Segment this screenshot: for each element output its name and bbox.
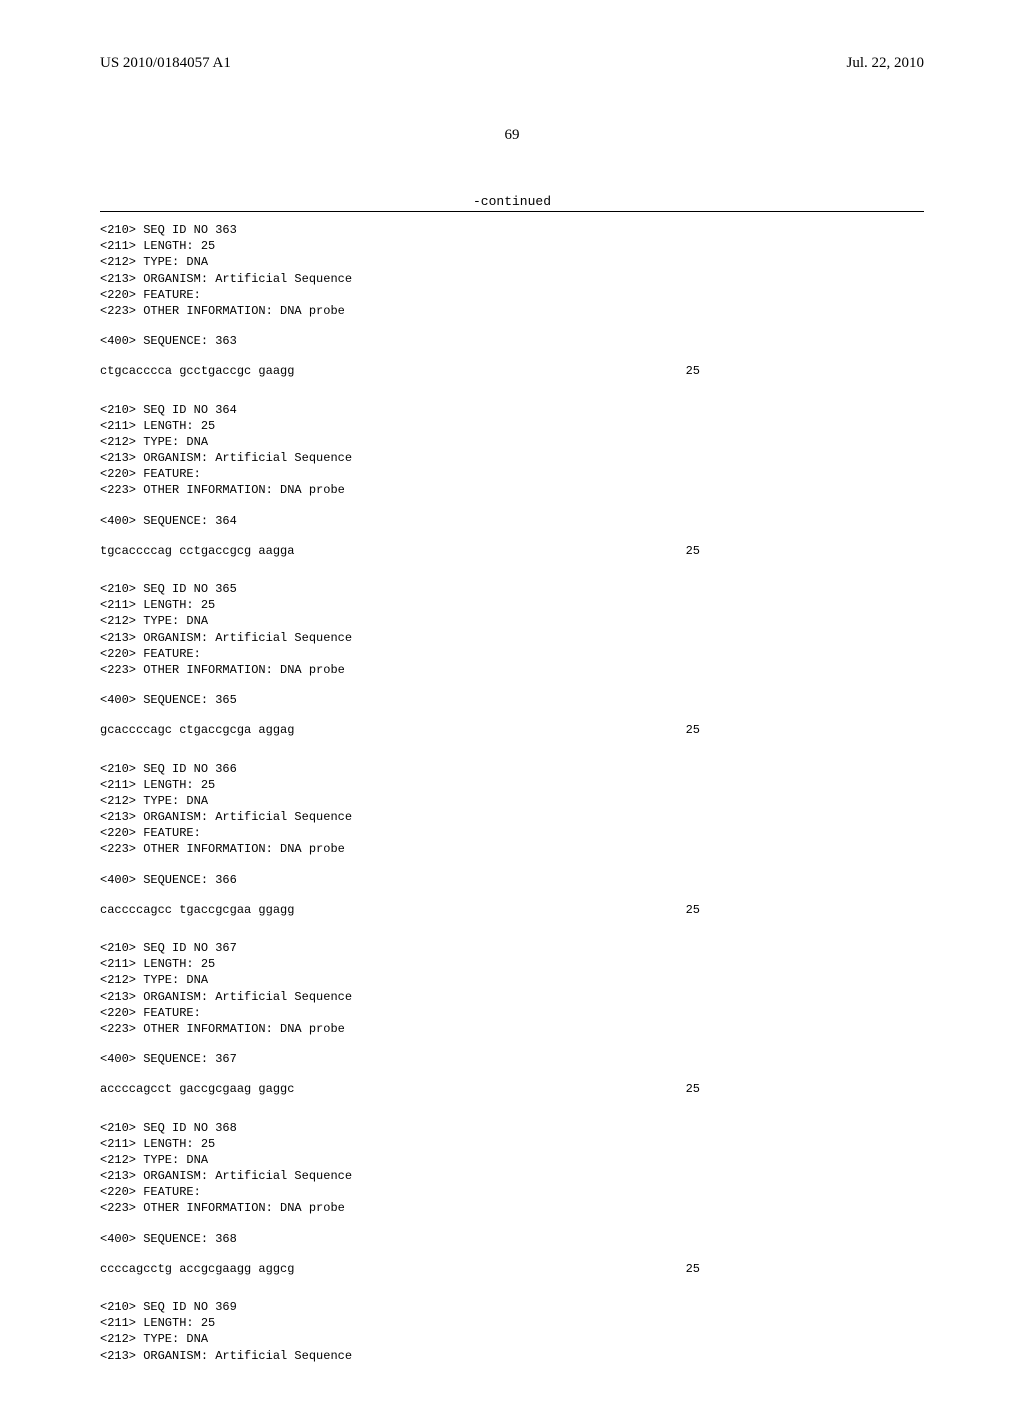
sequence-meta-line: <212> TYPE: DNA	[100, 434, 924, 450]
sequence-entry: <210> SEQ ID NO 369<211> LENGTH: 25<212>…	[100, 1299, 924, 1364]
sequence-row: accccagcct gaccgcgaag gaggc 25	[100, 1081, 760, 1097]
sequence-entry: <210> SEQ ID NO 368<211> LENGTH: 25<212>…	[100, 1120, 924, 1278]
sequence-meta-line: <220> FEATURE:	[100, 466, 924, 482]
sequence-length: 25	[686, 543, 760, 559]
sequence-meta-line: <211> LENGTH: 25	[100, 597, 924, 613]
sequence-meta-line: <220> FEATURE:	[100, 287, 924, 303]
sequence-text: gcaccccagc ctgaccgcga aggag	[100, 722, 294, 738]
sequence-meta-line: <210> SEQ ID NO 364	[100, 402, 924, 418]
sequence-listing: <210> SEQ ID NO 363<211> LENGTH: 25<212>…	[100, 222, 924, 1364]
sequence-text: ctgcacccca gcctgaccgc gaagg	[100, 363, 294, 379]
header-row: US 2010/0184057 A1 Jul. 22, 2010	[100, 55, 924, 72]
sequence-meta-line: <223> OTHER INFORMATION: DNA probe	[100, 1021, 924, 1037]
sequence-header: <400> SEQUENCE: 365	[100, 692, 924, 708]
sequence-meta-line: <213> ORGANISM: Artificial Sequence	[100, 989, 924, 1005]
sequence-meta-line: <213> ORGANISM: Artificial Sequence	[100, 809, 924, 825]
sequence-meta-line: <210> SEQ ID NO 363	[100, 222, 924, 238]
sequence-header: <400> SEQUENCE: 363	[100, 333, 924, 349]
sequence-row: gcaccccagc ctgaccgcga aggag 25	[100, 722, 760, 738]
sequence-row: ccccagcctg accgcgaagg aggcg 25	[100, 1261, 760, 1277]
sequence-meta-line: <220> FEATURE:	[100, 1005, 924, 1021]
sequence-meta-line: <210> SEQ ID NO 365	[100, 581, 924, 597]
sequence-text: tgcaccccag cctgaccgcg aagga	[100, 543, 294, 559]
sequence-entry: <210> SEQ ID NO 366<211> LENGTH: 25<212>…	[100, 761, 924, 919]
sequence-meta-line: <213> ORGANISM: Artificial Sequence	[100, 630, 924, 646]
sequence-meta-line: <212> TYPE: DNA	[100, 254, 924, 270]
sequence-meta-line: <220> FEATURE:	[100, 825, 924, 841]
sequence-meta-line: <212> TYPE: DNA	[100, 1331, 924, 1347]
sequence-header: <400> SEQUENCE: 368	[100, 1231, 924, 1247]
sequence-text: ccccagcctg accgcgaagg aggcg	[100, 1261, 294, 1277]
sequence-header: <400> SEQUENCE: 364	[100, 513, 924, 529]
sequence-length: 25	[686, 722, 760, 738]
sequence-meta-line: <211> LENGTH: 25	[100, 238, 924, 254]
sequence-length: 25	[686, 363, 760, 379]
sequence-meta-line: <210> SEQ ID NO 369	[100, 1299, 924, 1315]
continued-label: -continued	[100, 194, 924, 211]
sequence-meta-line: <210> SEQ ID NO 368	[100, 1120, 924, 1136]
sequence-meta-line: <223> OTHER INFORMATION: DNA probe	[100, 303, 924, 319]
sequence-meta-line: <223> OTHER INFORMATION: DNA probe	[100, 841, 924, 857]
sequence-meta-line: <210> SEQ ID NO 367	[100, 940, 924, 956]
sequence-meta-line: <223> OTHER INFORMATION: DNA probe	[100, 662, 924, 678]
sequence-meta-line: <223> OTHER INFORMATION: DNA probe	[100, 482, 924, 498]
sequence-row: ctgcacccca gcctgaccgc gaagg 25	[100, 363, 760, 379]
sequence-meta-line: <213> ORGANISM: Artificial Sequence	[100, 271, 924, 287]
sequence-text: caccccagcc tgaccgcgaa ggagg	[100, 902, 294, 918]
sequence-meta-line: <212> TYPE: DNA	[100, 793, 924, 809]
page-container: US 2010/0184057 A1 Jul. 22, 2010 69 -con…	[0, 0, 1024, 1418]
sequence-meta-line: <223> OTHER INFORMATION: DNA probe	[100, 1200, 924, 1216]
sequence-length: 25	[686, 1081, 760, 1097]
sequence-row: tgcaccccag cctgaccgcg aagga 25	[100, 543, 760, 559]
sequence-meta-line: <212> TYPE: DNA	[100, 972, 924, 988]
sequence-length: 25	[686, 1261, 760, 1277]
sequence-meta-line: <220> FEATURE:	[100, 1184, 924, 1200]
sequence-header: <400> SEQUENCE: 366	[100, 872, 924, 888]
sequence-meta-line: <211> LENGTH: 25	[100, 777, 924, 793]
sequence-meta-line: <211> LENGTH: 25	[100, 418, 924, 434]
sequence-entry: <210> SEQ ID NO 365<211> LENGTH: 25<212>…	[100, 581, 924, 739]
sequence-meta-line: <212> TYPE: DNA	[100, 1152, 924, 1168]
sequence-meta-line: <213> ORGANISM: Artificial Sequence	[100, 450, 924, 466]
sequence-length: 25	[686, 902, 760, 918]
sequence-entry: <210> SEQ ID NO 367<211> LENGTH: 25<212>…	[100, 940, 924, 1098]
sequence-meta-line: <212> TYPE: DNA	[100, 613, 924, 629]
publication-date: Jul. 22, 2010	[846, 55, 924, 72]
publication-number: US 2010/0184057 A1	[100, 55, 231, 72]
sequence-meta-line: <220> FEATURE:	[100, 646, 924, 662]
sequence-meta-line: <211> LENGTH: 25	[100, 1136, 924, 1152]
sequence-row: caccccagcc tgaccgcgaa ggagg 25	[100, 902, 760, 918]
sequence-entry: <210> SEQ ID NO 364<211> LENGTH: 25<212>…	[100, 402, 924, 560]
page-number: 69	[100, 127, 924, 144]
sequence-header: <400> SEQUENCE: 367	[100, 1051, 924, 1067]
sequence-meta-line: <213> ORGANISM: Artificial Sequence	[100, 1348, 924, 1364]
sequence-meta-line: <211> LENGTH: 25	[100, 956, 924, 972]
sequence-meta-line: <213> ORGANISM: Artificial Sequence	[100, 1168, 924, 1184]
sequence-text: accccagcct gaccgcgaag gaggc	[100, 1081, 294, 1097]
horizontal-rule	[100, 211, 924, 212]
sequence-meta-line: <210> SEQ ID NO 366	[100, 761, 924, 777]
sequence-meta-line: <211> LENGTH: 25	[100, 1315, 924, 1331]
sequence-entry: <210> SEQ ID NO 363<211> LENGTH: 25<212>…	[100, 222, 924, 380]
